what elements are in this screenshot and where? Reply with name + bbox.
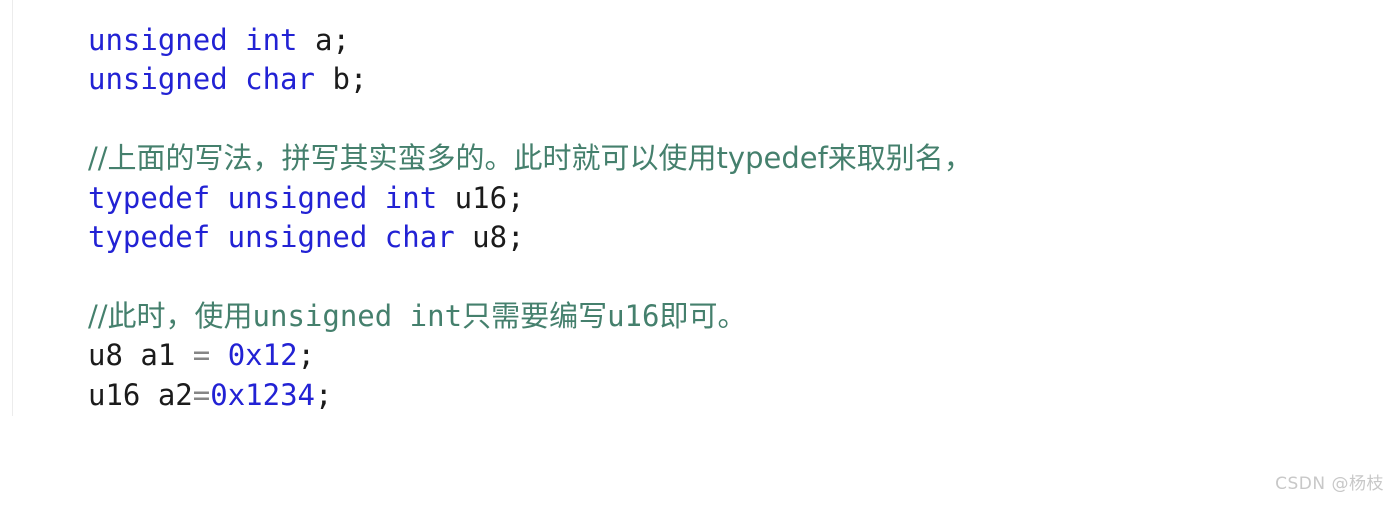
token-op: = — [192, 377, 211, 412]
token-ident: u8 a1 — [88, 338, 193, 373]
token-number: 0x12 — [227, 338, 298, 373]
token-comment-latin-mono: unsigned int — [252, 298, 463, 333]
token-punct: ; — [349, 62, 368, 97]
code-lines-container[interactable]: unsigned int a; unsigned char b; //上面的写法，… — [88, 21, 1378, 415]
token-comment-latin-sans: typedef — [716, 141, 828, 176]
code-line: typedef unsigned int u16; — [88, 179, 1378, 218]
token-comment-cjk: //此时，使用 — [88, 298, 253, 333]
code-line: unsigned char b; — [88, 60, 1378, 99]
token-ident: a — [297, 23, 333, 57]
token-op: = — [192, 338, 211, 373]
token-keyword: unsigned char — [88, 62, 315, 97]
token-comment-cjk: //上面的写法，拼写其实蛮多的。此时就可以使用 — [88, 141, 717, 176]
code-line-comment: //上面的写法，拼写其实蛮多的。此时就可以使用typedef来取别名， — [88, 139, 1378, 178]
token-ident: u16 a2 — [88, 377, 193, 412]
token-punct: ; — [315, 377, 333, 412]
gutter-divider — [12, 0, 13, 416]
token-ident: b — [314, 62, 350, 97]
csdn-watermark: CSDN @杨枝 — [1275, 474, 1384, 494]
token-keyword: typedef unsigned char — [88, 219, 455, 254]
code-line: typedef unsigned char u8; — [88, 218, 1378, 257]
code-block: unsigned int a; unsigned char b; //上面的写法，… — [0, 0, 1400, 511]
token-number: 0x1234 — [210, 377, 315, 412]
token-punct: ; — [507, 219, 525, 254]
token-ident: u8 — [454, 219, 508, 254]
token-comment-cjk: 只需要编写 — [462, 298, 608, 333]
token-punct: ; — [507, 180, 525, 215]
token-keyword: unsigned int — [88, 23, 298, 57]
token-punct: ; — [297, 338, 316, 373]
token-comment-cjk: 来取别名， — [827, 141, 973, 176]
code-line-comment: //此时，使用unsigned int只需要编写u16即可。 — [88, 297, 1378, 336]
token-ident — [210, 338, 227, 372]
token-punct: ; — [332, 23, 350, 57]
token-ident: u16 — [437, 180, 508, 215]
token-comment-latin-mono: u16 — [607, 298, 660, 333]
token-comment-cjk: 即可。 — [659, 298, 747, 333]
code-line: unsigned int a; — [88, 21, 1378, 60]
token-keyword: typedef unsigned int — [88, 180, 438, 215]
code-line: u16 a2=0x1234; — [88, 376, 1378, 415]
code-line: u8 a1 = 0x12; — [88, 336, 1378, 375]
